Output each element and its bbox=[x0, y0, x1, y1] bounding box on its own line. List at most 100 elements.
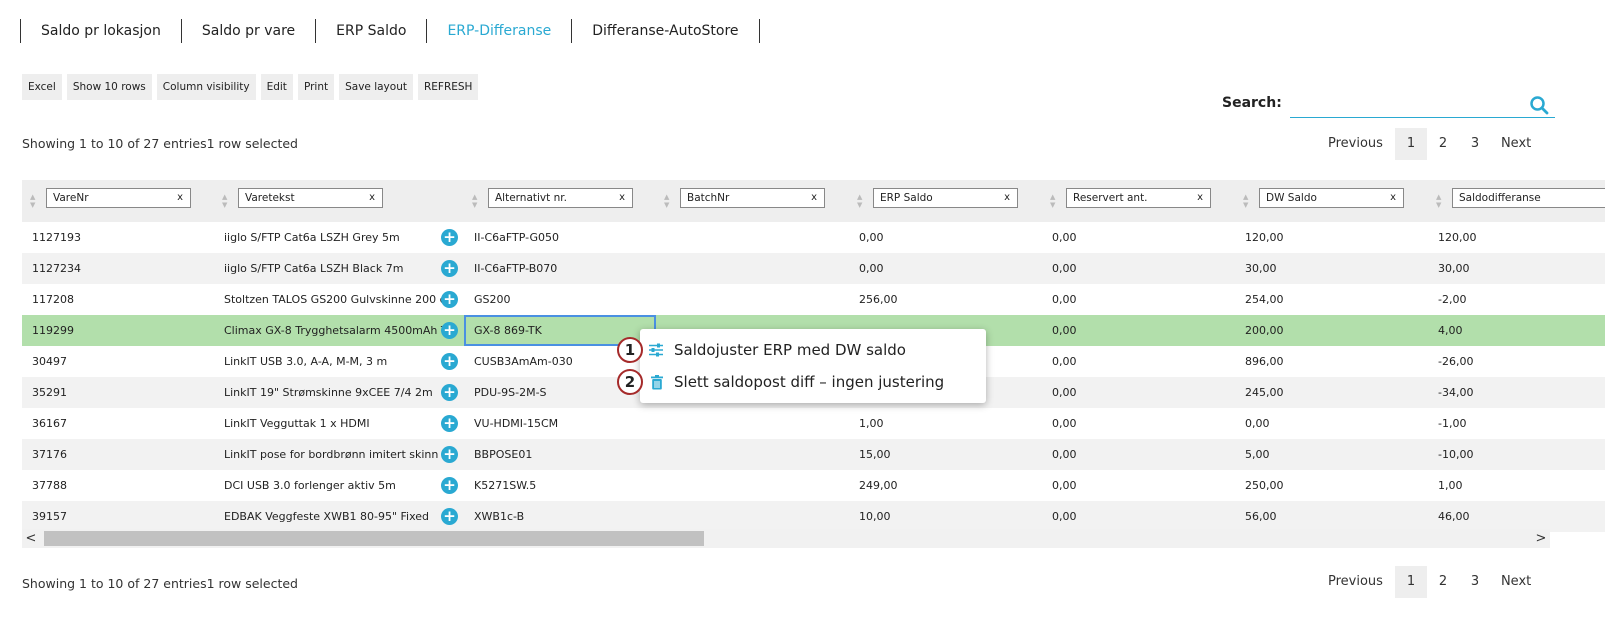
column-header-erp-saldo[interactable]: ▲ ▼ ERP Saldo x bbox=[849, 180, 1042, 222]
column-visibility-button[interactable]: Column visibility bbox=[156, 74, 256, 100]
cell-reservert[interactable]: 0,00 bbox=[1042, 470, 1235, 501]
cell-saldodifferanse[interactable]: -10,00 bbox=[1428, 439, 1605, 470]
cell-varetekst[interactable]: Stoltzen TALOS GS200 Gulvskinne 200 cm + bbox=[214, 284, 464, 315]
tab-erp-saldo[interactable]: ERP Saldo bbox=[316, 19, 426, 43]
filter-input-saldodifferanse[interactable]: Saldodifferansex bbox=[1452, 188, 1605, 208]
cell-dw-saldo[interactable]: 245,00 bbox=[1235, 377, 1428, 408]
sort-icon[interactable]: ▲ ▼ bbox=[857, 193, 865, 209]
cell-saldodifferanse[interactable]: 4,00 bbox=[1428, 315, 1605, 346]
previous-page-button[interactable]: Previous bbox=[1318, 566, 1395, 598]
cell-varetekst[interactable]: iiglo S/FTP Cat6a LSZH Black 7m + bbox=[214, 253, 464, 284]
clear-filter-icon[interactable]: x bbox=[369, 189, 375, 207]
plus-circle-icon[interactable]: + bbox=[441, 260, 458, 277]
cell-altnr[interactable]: II-C6aFTP-B070 bbox=[464, 253, 656, 284]
filter-input-varenr[interactable]: VareNr x bbox=[46, 188, 191, 208]
cell-erp-saldo[interactable]: 256,00 bbox=[849, 284, 1042, 315]
cell-dw-saldo[interactable]: 250,00 bbox=[1235, 470, 1428, 501]
cell-reservert[interactable]: 0,00 bbox=[1042, 439, 1235, 470]
cell-dw-saldo[interactable]: 0,00 bbox=[1235, 408, 1428, 439]
cell-saldodifferanse[interactable]: -2,00 bbox=[1428, 284, 1605, 315]
column-header-varetekst[interactable]: ▲ ▼ Varetekst x bbox=[214, 180, 464, 222]
cell-dw-saldo[interactable]: 30,00 bbox=[1235, 253, 1428, 284]
plus-circle-icon[interactable]: + bbox=[441, 446, 458, 463]
show-rows-button[interactable]: Show 10 rows bbox=[66, 74, 152, 100]
cell-varetekst[interactable]: iiglo S/FTP Cat6a LSZH Grey 5m + bbox=[214, 222, 464, 253]
context-item-saldojuster[interactable]: Saldojuster ERP med DW saldo bbox=[648, 335, 906, 365]
tab-saldo-pr-lokasjon[interactable]: Saldo pr lokasjon bbox=[21, 19, 181, 43]
cell-saldodifferanse[interactable]: 30,00 bbox=[1428, 253, 1605, 284]
refresh-button[interactable]: REFRESH bbox=[417, 74, 479, 100]
cell-varenr[interactable]: 39157 bbox=[22, 501, 214, 532]
filter-input-varetekst[interactable]: Varetekst x bbox=[238, 188, 383, 208]
cell-erp-saldo[interactable]: 249,00 bbox=[849, 470, 1042, 501]
horizontal-scrollbar[interactable]: < > bbox=[22, 529, 1550, 548]
column-header-varenr[interactable]: ▲ ▼ VareNr x bbox=[22, 180, 214, 222]
plus-circle-icon[interactable]: + bbox=[441, 477, 458, 494]
clear-filter-icon[interactable]: x bbox=[619, 189, 625, 207]
cell-saldodifferanse[interactable]: -34,00 bbox=[1428, 377, 1605, 408]
cell-varetekst[interactable]: LinkIT Vegguttak 1 x HDMI + bbox=[214, 408, 464, 439]
tab-saldo-pr-vare[interactable]: Saldo pr vare bbox=[182, 19, 315, 43]
plus-circle-icon[interactable]: + bbox=[441, 384, 458, 401]
cell-reservert[interactable]: 0,00 bbox=[1042, 501, 1235, 532]
cell-varenr[interactable]: 1127193 bbox=[22, 222, 214, 253]
cell-varenr[interactable]: 35291 bbox=[22, 377, 214, 408]
plus-circle-icon[interactable]: + bbox=[441, 353, 458, 370]
cell-dw-saldo[interactable]: 56,00 bbox=[1235, 501, 1428, 532]
page-1-button[interactable]: 1 bbox=[1394, 566, 1427, 598]
filter-input-erp-saldo[interactable]: ERP Saldo x bbox=[873, 188, 1018, 208]
cell-saldodifferanse[interactable]: -1,00 bbox=[1428, 408, 1605, 439]
cell-batchnr[interactable] bbox=[656, 501, 849, 532]
column-header-batchnr[interactable]: ▲ ▼ BatchNr x bbox=[656, 180, 849, 222]
cell-erp-saldo[interactable]: 15,00 bbox=[849, 439, 1042, 470]
save-layout-button[interactable]: Save layout bbox=[339, 74, 413, 100]
cell-altnr[interactable]: XWB1c-B bbox=[464, 501, 656, 532]
cell-reservert[interactable]: 0,00 bbox=[1042, 222, 1235, 253]
plus-circle-icon[interactable]: + bbox=[441, 508, 458, 525]
column-header-altnr[interactable]: ▲ ▼ Alternativt nr. x bbox=[464, 180, 656, 222]
column-header-saldodifferanse[interactable]: ▲▼ Saldodifferansex bbox=[1428, 180, 1605, 222]
clear-filter-icon[interactable]: x bbox=[1004, 189, 1010, 207]
table-row[interactable]: 1127234 iiglo S/FTP Cat6a LSZH Black 7m +… bbox=[22, 253, 1605, 284]
cell-reservert[interactable]: 0,00 bbox=[1042, 253, 1235, 284]
cell-batchnr[interactable] bbox=[656, 408, 849, 439]
filter-input-batchnr[interactable]: BatchNr x bbox=[680, 188, 825, 208]
cell-dw-saldo[interactable]: 896,00 bbox=[1235, 346, 1428, 377]
cell-varetekst[interactable]: DCI USB 3.0 forlenger aktiv 5m + bbox=[214, 470, 464, 501]
sort-icon[interactable]: ▲ ▼ bbox=[1436, 193, 1444, 209]
edit-button[interactable]: Edit bbox=[260, 74, 293, 100]
cell-altnr[interactable]: GS200 bbox=[464, 284, 656, 315]
next-page-button[interactable]: Next bbox=[1491, 566, 1541, 598]
cell-reservert[interactable]: 0,00 bbox=[1042, 315, 1235, 346]
cell-erp-saldo[interactable]: 10,00 bbox=[849, 501, 1042, 532]
clear-filter-icon[interactable]: x bbox=[177, 189, 183, 207]
sort-icon[interactable]: ▲ ▼ bbox=[1243, 193, 1251, 209]
table-row[interactable]: 1127193 iiglo S/FTP Cat6a LSZH Grey 5m + … bbox=[22, 222, 1605, 253]
clear-filter-icon[interactable]: x bbox=[1390, 189, 1396, 207]
cell-reservert[interactable]: 0,00 bbox=[1042, 284, 1235, 315]
context-item-slett-saldopost[interactable]: Slett saldopost diff – ingen justering bbox=[648, 367, 944, 397]
sort-icon[interactable]: ▲ ▼ bbox=[472, 193, 480, 209]
search-input[interactable] bbox=[1290, 90, 1520, 116]
next-page-button[interactable]: Next bbox=[1491, 128, 1541, 160]
cell-varenr[interactable]: 36167 bbox=[22, 408, 214, 439]
cell-dw-saldo[interactable]: 5,00 bbox=[1235, 439, 1428, 470]
plus-circle-icon[interactable]: + bbox=[441, 322, 458, 339]
cell-varenr[interactable]: 1127234 bbox=[22, 253, 214, 284]
cell-batchnr[interactable] bbox=[656, 470, 849, 501]
cell-dw-saldo[interactable]: 120,00 bbox=[1235, 222, 1428, 253]
cell-varetekst[interactable]: Climax GX-8 Trygghetsalarm 4500mAh TK + bbox=[214, 315, 464, 346]
scrollbar-thumb[interactable] bbox=[44, 531, 704, 546]
cell-altnr[interactable]: II-C6aFTP-G050 bbox=[464, 222, 656, 253]
plus-circle-icon[interactable]: + bbox=[441, 291, 458, 308]
cell-saldodifferanse[interactable]: -26,00 bbox=[1428, 346, 1605, 377]
cell-batchnr[interactable] bbox=[656, 253, 849, 284]
filter-input-altnr[interactable]: Alternativt nr. x bbox=[488, 188, 633, 208]
page-3-button[interactable]: 3 bbox=[1459, 128, 1491, 160]
cell-altnr[interactable]: VU-HDMI-15CM bbox=[464, 408, 656, 439]
cell-batchnr[interactable] bbox=[656, 222, 849, 253]
cell-varenr[interactable]: 37176 bbox=[22, 439, 214, 470]
sort-icon[interactable]: ▲ ▼ bbox=[30, 193, 38, 209]
cell-erp-saldo[interactable]: 0,00 bbox=[849, 222, 1042, 253]
cell-altnr[interactable]: BBPOSE01 bbox=[464, 439, 656, 470]
